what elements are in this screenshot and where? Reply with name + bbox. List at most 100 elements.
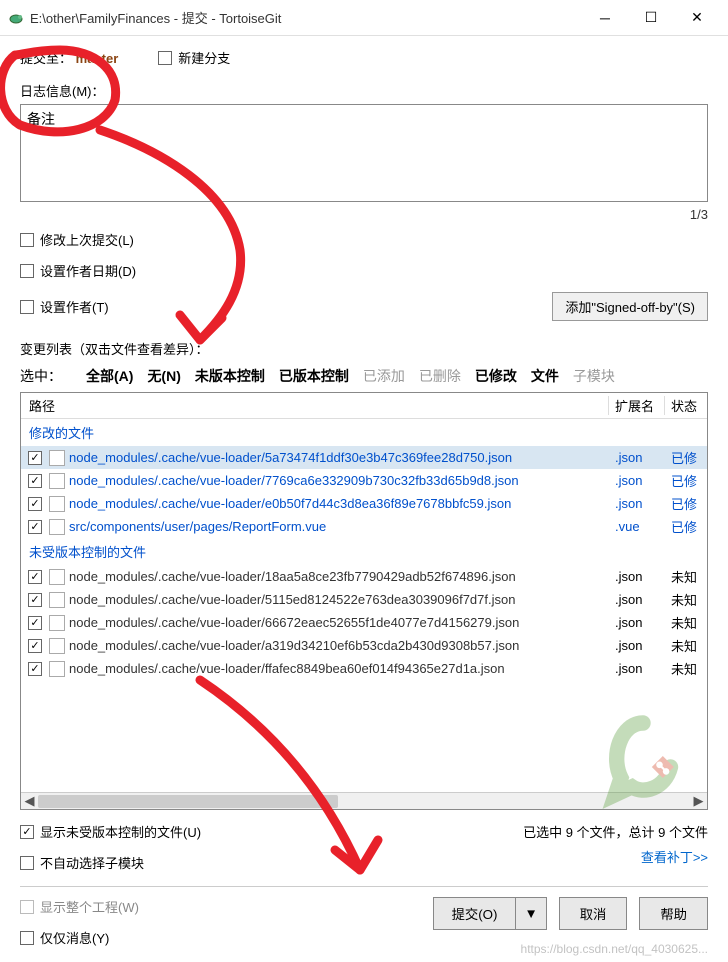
file-status: 已修 — [665, 494, 707, 513]
file-path: node_modules/.cache/vue-loader/ffafec884… — [69, 661, 609, 676]
tortoise-icon — [8, 10, 24, 26]
help-button[interactable]: 帮助 — [639, 897, 708, 930]
file-status: 未知 — [665, 613, 707, 632]
file-ext: .json — [609, 661, 665, 676]
selected-label: 选中： — [20, 366, 62, 386]
file-ext: .vue — [609, 519, 665, 534]
message-only-checkbox[interactable] — [20, 931, 34, 945]
file-checkbox[interactable] — [28, 616, 42, 630]
close-button[interactable]: ✕ — [674, 2, 720, 34]
author-date-label: 设置作者日期(D) — [40, 261, 136, 280]
file-row[interactable]: node_modules/.cache/vue-loader/e0b50f7d4… — [21, 492, 707, 515]
commit-button[interactable]: 提交(O) — [433, 897, 517, 930]
signed-off-button[interactable]: 添加"Signed-off-by"(S) — [552, 292, 708, 321]
file-checkbox[interactable] — [28, 497, 42, 511]
set-author-label: 设置作者(T) — [40, 297, 109, 316]
file-status: 已修 — [665, 517, 707, 536]
horizontal-scrollbar[interactable]: ◀ ▶ — [21, 792, 707, 809]
file-icon — [49, 473, 65, 489]
view-patch-link[interactable]: 查看补丁>> — [523, 847, 708, 866]
file-status: 未知 — [665, 590, 707, 609]
file-row[interactable]: node_modules/.cache/vue-loader/ffafec884… — [21, 657, 707, 680]
cancel-button[interactable]: 取消 — [559, 897, 628, 930]
file-path: node_modules/.cache/vue-loader/66672eaec… — [69, 615, 609, 630]
file-checkbox[interactable] — [28, 520, 42, 534]
file-checkbox[interactable] — [28, 474, 42, 488]
commit-dropdown[interactable]: ▼ — [516, 897, 546, 930]
log-message-label: 日志信息(M)： — [20, 81, 708, 100]
new-branch-checkbox[interactable] — [158, 51, 172, 65]
maximize-button[interactable]: ☐ — [628, 2, 674, 34]
col-ext-header[interactable]: 扩展名 — [609, 396, 665, 415]
filter-none[interactable]: 无(N) — [147, 366, 180, 386]
no-auto-submod-label: 不自动选择子模块 — [40, 853, 144, 872]
file-path: node_modules/.cache/vue-loader/e0b50f7d4… — [69, 496, 609, 511]
file-status: 已修 — [665, 471, 707, 490]
file-checkbox[interactable] — [28, 662, 42, 676]
file-ext: .json — [609, 496, 665, 511]
file-status: 未知 — [665, 659, 707, 678]
file-ext: .json — [609, 569, 665, 584]
log-message-input[interactable] — [20, 104, 708, 202]
amend-checkbox[interactable] — [20, 233, 34, 247]
window-title: E:\other\FamilyFinances - 提交 - TortoiseG… — [30, 8, 582, 27]
file-path: node_modules/.cache/vue-loader/a319d3421… — [69, 638, 609, 653]
show-unversioned-checkbox[interactable] — [20, 825, 34, 839]
file-ext: .json — [609, 592, 665, 607]
filter-deleted[interactable]: 已删除 — [419, 366, 461, 386]
no-auto-submod-checkbox[interactable] — [20, 856, 34, 870]
changes-label: 变更列表（双击文件查看差异）： — [20, 339, 708, 358]
file-status: 未知 — [665, 636, 707, 655]
file-path: node_modules/.cache/vue-loader/5a73474f1… — [69, 450, 609, 465]
filter-submodules[interactable]: 子模块 — [573, 366, 615, 386]
file-icon — [49, 569, 65, 585]
file-row[interactable]: node_modules/.cache/vue-loader/18aa5a8ce… — [21, 565, 707, 588]
file-ext: .json — [609, 450, 665, 465]
file-row[interactable]: node_modules/.cache/vue-loader/66672eaec… — [21, 611, 707, 634]
filter-files[interactable]: 文件 — [531, 366, 559, 386]
commit-to-label: 提交至： — [20, 51, 72, 66]
filter-versioned[interactable]: 已版本控制 — [279, 366, 349, 386]
new-branch-label: 新建分支 — [178, 48, 230, 67]
file-row[interactable]: node_modules/.cache/vue-loader/5a73474f1… — [21, 446, 707, 469]
filter-all[interactable]: 全部(A) — [86, 366, 133, 386]
selection-summary: 已选中 9 个文件，总计 9 个文件 — [523, 822, 708, 841]
file-row[interactable]: src/components/user/pages/ReportForm.vue… — [21, 515, 707, 538]
file-icon — [49, 450, 65, 466]
file-icon — [49, 519, 65, 535]
separator — [20, 886, 708, 887]
file-path: node_modules/.cache/vue-loader/7769ca6e3… — [69, 473, 609, 488]
filter-modified[interactable]: 已修改 — [475, 366, 517, 386]
amend-label: 修改上次提交(L) — [40, 230, 134, 249]
file-status: 已修 — [665, 448, 707, 467]
filter-added[interactable]: 已添加 — [363, 366, 405, 386]
file-icon — [49, 496, 65, 512]
file-checkbox[interactable] — [28, 639, 42, 653]
filter-unversioned[interactable]: 未版本控制 — [195, 366, 265, 386]
minimize-button[interactable]: ─ — [582, 2, 628, 34]
show-whole-project-label: 显示整个工程(W) — [40, 897, 139, 916]
scroll-right-icon[interactable]: ▶ — [690, 793, 707, 809]
file-checkbox[interactable] — [28, 593, 42, 607]
file-icon — [49, 592, 65, 608]
file-path: node_modules/.cache/vue-loader/5115ed812… — [69, 592, 609, 607]
scroll-left-icon[interactable]: ◀ — [21, 793, 38, 809]
author-date-checkbox[interactable] — [20, 264, 34, 278]
file-row[interactable]: node_modules/.cache/vue-loader/5115ed812… — [21, 588, 707, 611]
window-titlebar: E:\other\FamilyFinances - 提交 - TortoiseG… — [0, 0, 728, 36]
file-checkbox[interactable] — [28, 570, 42, 584]
show-unversioned-label: 显示未受版本控制的文件(U) — [40, 822, 201, 841]
file-status: 未知 — [665, 567, 707, 586]
file-ext: .json — [609, 615, 665, 630]
file-icon — [49, 638, 65, 654]
file-row[interactable]: node_modules/.cache/vue-loader/7769ca6e3… — [21, 469, 707, 492]
file-list[interactable]: 路径 扩展名 状态 修改的文件 node_modules/.cache/vue-… — [20, 392, 708, 810]
file-row[interactable]: node_modules/.cache/vue-loader/a319d3421… — [21, 634, 707, 657]
branch-name[interactable]: master — [76, 51, 119, 66]
col-path-header[interactable]: 路径 — [21, 396, 609, 415]
file-checkbox[interactable] — [28, 451, 42, 465]
set-author-checkbox[interactable] — [20, 300, 34, 314]
char-count: 1/3 — [690, 207, 708, 222]
file-ext: .json — [609, 638, 665, 653]
col-status-header[interactable]: 状态 — [665, 396, 707, 415]
